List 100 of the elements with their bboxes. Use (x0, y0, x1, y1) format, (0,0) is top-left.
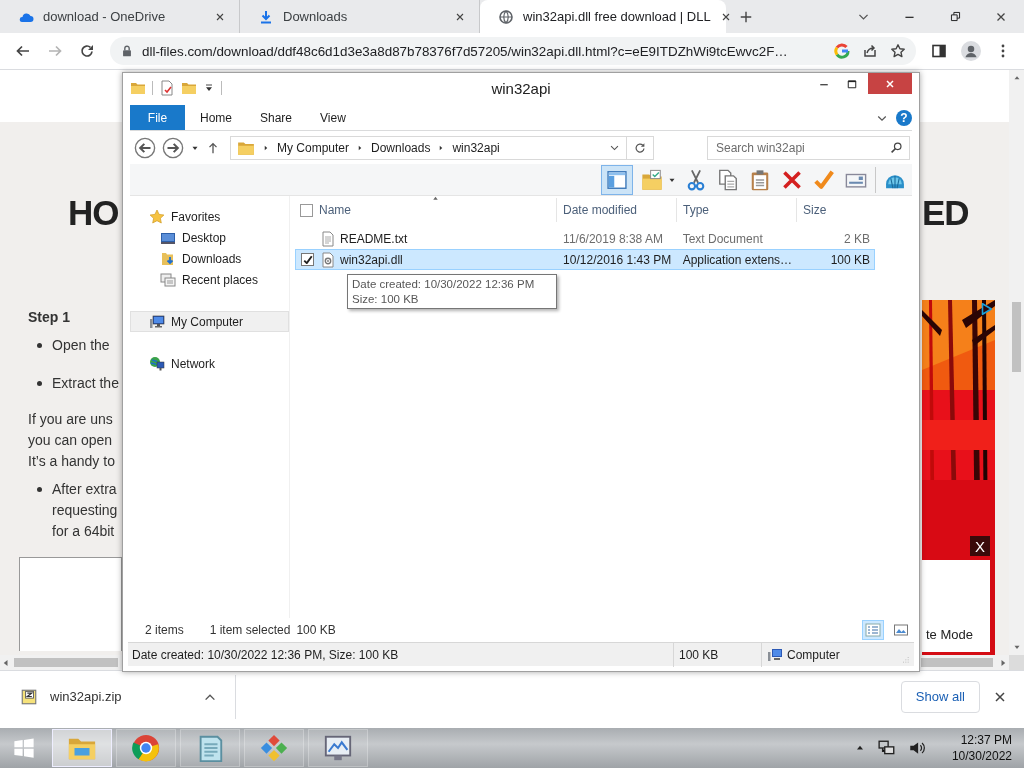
copy-icon (717, 168, 739, 191)
column-header[interactable]: Type (677, 198, 797, 222)
star-icon (149, 208, 165, 225)
file-row[interactable]: win32api.dll 10/12/2016 1:43 PM Application extens… 100 KB (295, 249, 875, 270)
nav-item[interactable]: Desktop (130, 227, 289, 248)
url-field[interactable]: dll-files.com/download/ddf48c6d1d3e3a8d87b78376f7d57205/win32api.dll.html?c=eE9ITDZhWi9tcEwvc2F… (142, 43, 822, 59)
download-item[interactable]: win32api.zip (0, 674, 236, 719)
computer-icon (767, 646, 783, 663)
list-item: Extract the (52, 374, 119, 393)
file-name: win32api.dll (340, 252, 403, 267)
close-icon (884, 77, 896, 90)
selection-info: 1 item selected (209, 623, 291, 637)
item-count: 2 items (145, 623, 184, 637)
file-name: README.txt (340, 231, 408, 246)
share-icon[interactable] (862, 43, 878, 59)
download-icon (258, 8, 274, 25)
breadcrumb[interactable]: win32api (452, 140, 500, 155)
back-icon[interactable] (134, 136, 156, 159)
window-title: win32api (490, 79, 552, 97)
speaker-icon[interactable] (907, 739, 926, 757)
bullet-icon (37, 343, 42, 348)
show-all-button[interactable]: Show all (900, 680, 980, 713)
table-cell-text: Application extens… (681, 252, 794, 267)
address-field[interactable]: My Computer Downloads win32api (230, 135, 654, 160)
gear-file-icon (320, 251, 336, 268)
heading: ED (922, 193, 970, 233)
text-file-icon (320, 230, 336, 247)
network-icon[interactable] (877, 739, 896, 757)
folder-icon (641, 168, 663, 191)
breadcrumb[interactable]: Downloads (371, 140, 431, 155)
checkbox[interactable] (301, 253, 314, 266)
scrollbar-thumb[interactable] (1012, 302, 1021, 372)
side-panel-icon (931, 43, 947, 59)
ribbon-tab[interactable]: View (306, 105, 360, 130)
caption: te Mode (926, 627, 973, 642)
table-cell-text: 100 KB (829, 252, 871, 267)
table-cell-text: 10/12/2016 1:43 PM (562, 252, 673, 267)
x-mark-icon (781, 168, 803, 191)
table-cell-text: 2 KB (843, 231, 871, 246)
scrollbar-thumb[interactable] (14, 658, 118, 667)
star-icon[interactable] (890, 43, 906, 59)
round-logo-icon (131, 733, 161, 763)
ribbon-tab[interactable]: Home (185, 105, 246, 130)
monitor-icon (323, 733, 353, 763)
bullet-icon (37, 487, 42, 492)
file-row[interactable]: README.txt 11/6/2019 8:38 AM Text Document 2 KB (295, 228, 875, 249)
scrollbar[interactable] (1009, 70, 1024, 655)
nav-item[interactable]: Recent places (130, 269, 289, 290)
globe-icon (498, 8, 514, 25)
breadcrumb[interactable]: My Computer (277, 140, 350, 155)
windows-icon (160, 271, 176, 288)
plus-icon (739, 10, 753, 24)
ribbon-tab[interactable]: Share (246, 105, 307, 130)
restore-icon (948, 10, 962, 23)
nav-item[interactable]: Downloads (130, 248, 289, 269)
forward-arrow-icon (47, 43, 63, 59)
search-icon[interactable] (890, 140, 903, 154)
column-header[interactable]: Name (313, 198, 557, 222)
details-view-icon (865, 622, 881, 638)
selection-size: 100 KB (296, 623, 336, 637)
clock[interactable]: 12:37 PM 10/30/2022 (951, 732, 1016, 764)
ring-icon[interactable] (834, 43, 850, 59)
select-all-checkbox[interactable] (300, 203, 313, 217)
triangle-icon[interactable] (979, 302, 993, 316)
nav-item[interactable]: Network (130, 353, 289, 374)
document-icon[interactable] (159, 80, 175, 96)
checkmark-icon (302, 254, 313, 265)
scissors-icon (685, 168, 707, 191)
address-bar[interactable]: dll-files.com/download/ddf48c6d1d3e3a8d87b78376f7d57205/win32api.dll.html?c=eE9ITDZhWi9tcEwvc2F… (110, 37, 916, 65)
up-arrow-icon[interactable] (206, 140, 220, 155)
clipboard-icon (749, 168, 771, 191)
table-cell-text: Text Document (681, 231, 764, 246)
column-header[interactable]: Date modified (557, 198, 677, 222)
tooltip: Date created: 10/30/2022 12:36 PM Size: 100 KB (347, 274, 557, 309)
list-item: Open the (52, 336, 110, 355)
nav-item[interactable]: Favorites (130, 206, 289, 227)
search-field[interactable]: Search win32api (707, 135, 910, 160)
help-button[interactable]: ? (896, 109, 912, 126)
windows-logo-icon (13, 737, 35, 759)
column-header[interactable]: Size (797, 198, 875, 222)
archive-icon (20, 687, 38, 706)
preview-pane-icon (606, 168, 628, 191)
table-cell-text: 11/6/2019 8:38 AM (562, 231, 664, 246)
browser-tab[interactable]: download - OneDrive (0, 0, 240, 33)
file-menu-button[interactable]: File (130, 105, 185, 130)
bullet-icon (37, 381, 42, 386)
taskbar-button[interactable] (52, 729, 112, 767)
thumbnails-view-icon (893, 622, 909, 638)
ad-close-button[interactable]: X (970, 536, 990, 556)
list-item: After extra requesting for a 64bit (52, 480, 118, 541)
step-heading: Step 1 (28, 308, 71, 327)
folder-icon (160, 250, 176, 267)
diamonds-icon (259, 733, 289, 763)
nav-item[interactable]: My Computer (130, 311, 289, 332)
scrollbar-thumb[interactable] (921, 658, 993, 667)
computer-icon (149, 313, 165, 330)
forward-icon[interactable] (162, 136, 184, 159)
toolbar-button[interactable] (601, 164, 633, 195)
lock-icon (120, 44, 134, 58)
reload-icon (79, 43, 95, 59)
